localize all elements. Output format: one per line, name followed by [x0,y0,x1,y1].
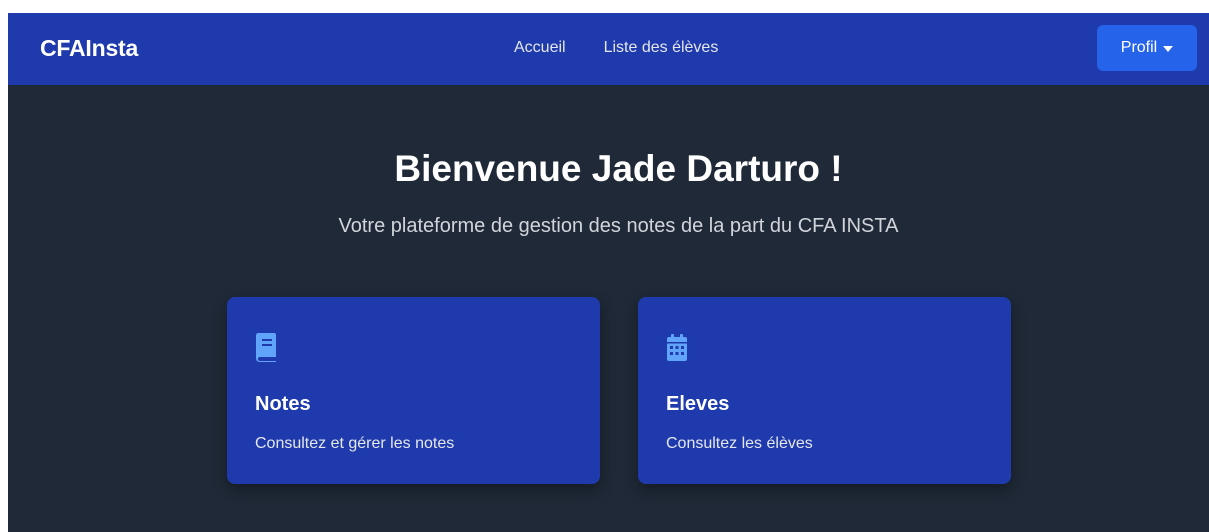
eleves-card-description: Consultez les élèves [666,435,813,452]
nav-link-liste-eleves[interactable]: Liste des élèves [604,39,719,57]
welcome-subtitle: Votre plateforme de gestion des notes de… [338,215,899,237]
welcome-title: Bienvenue Jade Darturo ! [394,148,843,189]
app-frame: CFAInsta Accueil Liste des élèves Profil… [8,13,1209,532]
eleves-card[interactable]: Eleves Consultez les élèves [638,297,1011,484]
calendar-icon [667,334,687,361]
book-icon [256,333,276,362]
profile-button[interactable]: Profil [1097,25,1197,71]
eleves-card-title: Eleves [666,393,730,415]
profile-button-label: Profil [1120,39,1158,56]
notes-card[interactable]: Notes Consultez et gérer les notes [227,297,600,484]
notes-card-title: Notes [255,393,311,415]
navbar: CFAInsta Accueil Liste des élèves Profil [8,13,1209,85]
caret-down-icon [1163,46,1174,52]
brand-logo[interactable]: CFAInsta [40,35,138,62]
nav-links: Accueil Liste des élèves [514,39,718,57]
notes-card-description: Consultez et gérer les notes [255,435,455,452]
nav-link-accueil[interactable]: Accueil [514,39,566,57]
